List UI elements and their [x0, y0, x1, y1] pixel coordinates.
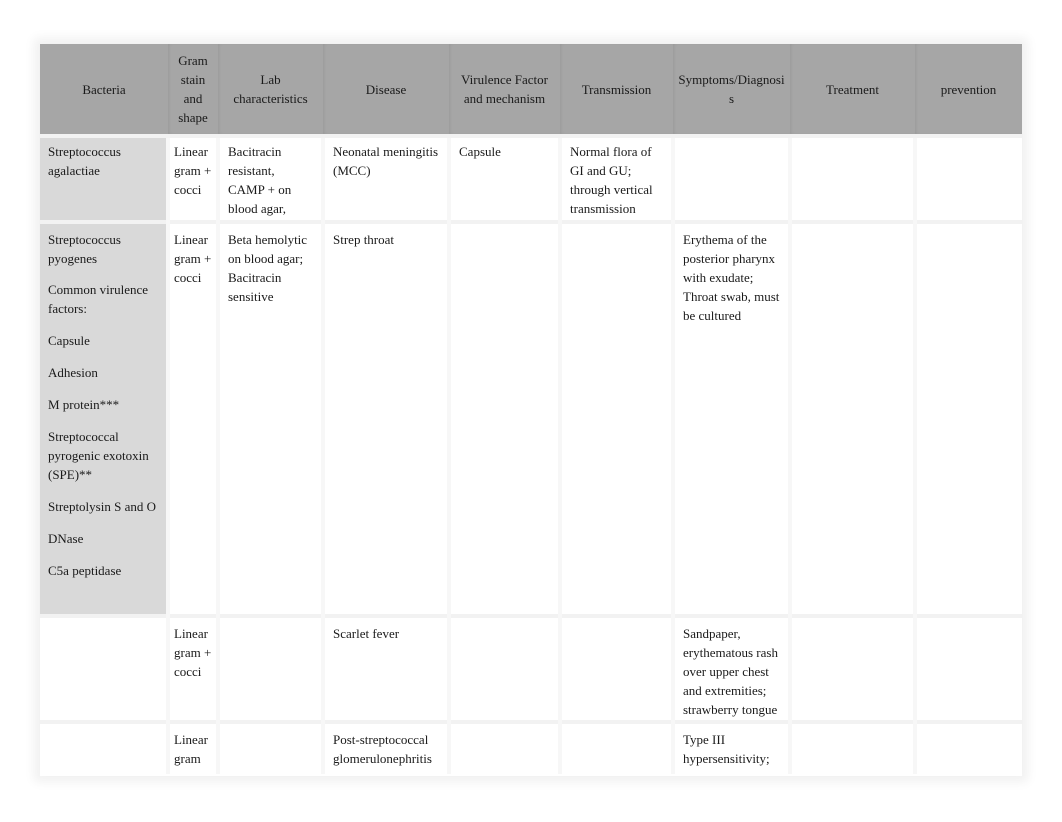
bacteria-table-container: Bacteria Gram stain and shape Lab charac… — [40, 44, 1022, 776]
cell-bacteria — [40, 614, 168, 722]
table-row: Streptococcus pyogenes Common virulence … — [40, 220, 1022, 616]
cell-disease: Scarlet fever — [321, 614, 449, 722]
virulence-factor-item: Streptococcal pyrogenic exotoxin (SPE)** — [48, 429, 149, 482]
cell-treatment — [788, 220, 915, 616]
virulence-factors-heading: Common virulence factors: — [48, 282, 149, 316]
cell-virulence-factor — [447, 720, 560, 774]
cell-transmission: Normal flora of GI and GU; through verti… — [558, 134, 673, 222]
cell-virulence-factor — [447, 220, 560, 616]
table-row: Streptococcus agalactiae Linear gram + c… — [40, 134, 1022, 222]
cell-symptoms-diagnosis: Type III hypersensitivity; — [671, 720, 790, 774]
header-transmission: Transmission — [560, 44, 673, 136]
header-gram-stain: Gram stain and shape — [168, 44, 218, 136]
cell-lab-characteristics: Beta hemolytic on blood agar; Bacitracin… — [216, 220, 323, 616]
cell-virulence-factor — [447, 614, 560, 722]
cell-treatment — [788, 134, 915, 222]
cell-prevention — [913, 720, 1022, 774]
cell-prevention — [913, 134, 1022, 222]
cell-transmission — [558, 614, 673, 722]
cell-gram-stain: Linear gram + cocci — [166, 614, 218, 722]
table-row: Linear gram + cocci Scarlet fever Sandpa… — [40, 614, 1022, 722]
cell-transmission — [558, 220, 673, 616]
header-bacteria: Bacteria — [40, 44, 168, 136]
cell-symptoms-diagnosis: Sandpaper, erythematous rash over upper … — [671, 614, 790, 722]
table-row: Linear gram Post-streptococcal glomerulo… — [40, 720, 1022, 774]
header-row: Bacteria Gram stain and shape Lab charac… — [40, 44, 1022, 136]
virulence-factor-item: Streptolysin S and O — [48, 499, 156, 514]
cell-virulence-factor: Capsule — [447, 134, 560, 222]
cell-prevention — [913, 220, 1022, 616]
cell-bacteria: Streptococcus pyogenes Common virulence … — [40, 220, 168, 616]
header-symptoms-diagnosis: Symptoms/Diagnosis — [673, 44, 790, 136]
cell-gram-stain: Linear gram — [166, 720, 218, 774]
cell-disease: Neonatal meningitis (MCC) — [321, 134, 449, 222]
cell-bacteria: Streptococcus agalactiae — [40, 134, 168, 222]
cell-symptoms-diagnosis — [671, 134, 790, 222]
header-disease: Disease — [323, 44, 449, 136]
virulence-factor-item: Capsule — [48, 333, 90, 348]
virulence-factor-item: Adhesion — [48, 365, 98, 380]
header-lab-characteristics: Lab characteristics — [218, 44, 323, 136]
cell-lab-characteristics: Bacitracin resistant, CAMP + on blood ag… — [216, 134, 323, 222]
cell-transmission — [558, 720, 673, 774]
cell-gram-stain: Linear gram + cocci — [166, 220, 218, 616]
virulence-factor-item: M protein*** — [48, 397, 120, 412]
virulence-factor-item: DNase — [48, 531, 84, 546]
cell-treatment — [788, 614, 915, 722]
cell-disease: Post-streptococcal glomerulonephritis — [321, 720, 449, 774]
document-page: Bacteria Gram stain and shape Lab charac… — [0, 0, 1062, 822]
cell-gram-stain: Linear gram + cocci — [166, 134, 218, 222]
cell-lab-characteristics — [216, 614, 323, 722]
cell-bacteria — [40, 720, 168, 774]
cell-prevention — [913, 614, 1022, 722]
header-prevention: prevention — [915, 44, 1022, 136]
bacteria-table: Bacteria Gram stain and shape Lab charac… — [40, 44, 1022, 774]
cell-lab-characteristics — [216, 720, 323, 774]
header-treatment: Treatment — [790, 44, 915, 136]
bacteria-name: Streptococcus pyogenes — [48, 232, 121, 266]
cell-symptoms-diagnosis: Erythema of the posterior pharynx with e… — [671, 220, 790, 616]
cell-treatment — [788, 720, 915, 774]
cell-disease: Strep throat — [321, 220, 449, 616]
header-virulence-factor: Virulence Factor and mechanism — [449, 44, 560, 136]
virulence-factor-item: C5a peptidase — [48, 563, 122, 578]
